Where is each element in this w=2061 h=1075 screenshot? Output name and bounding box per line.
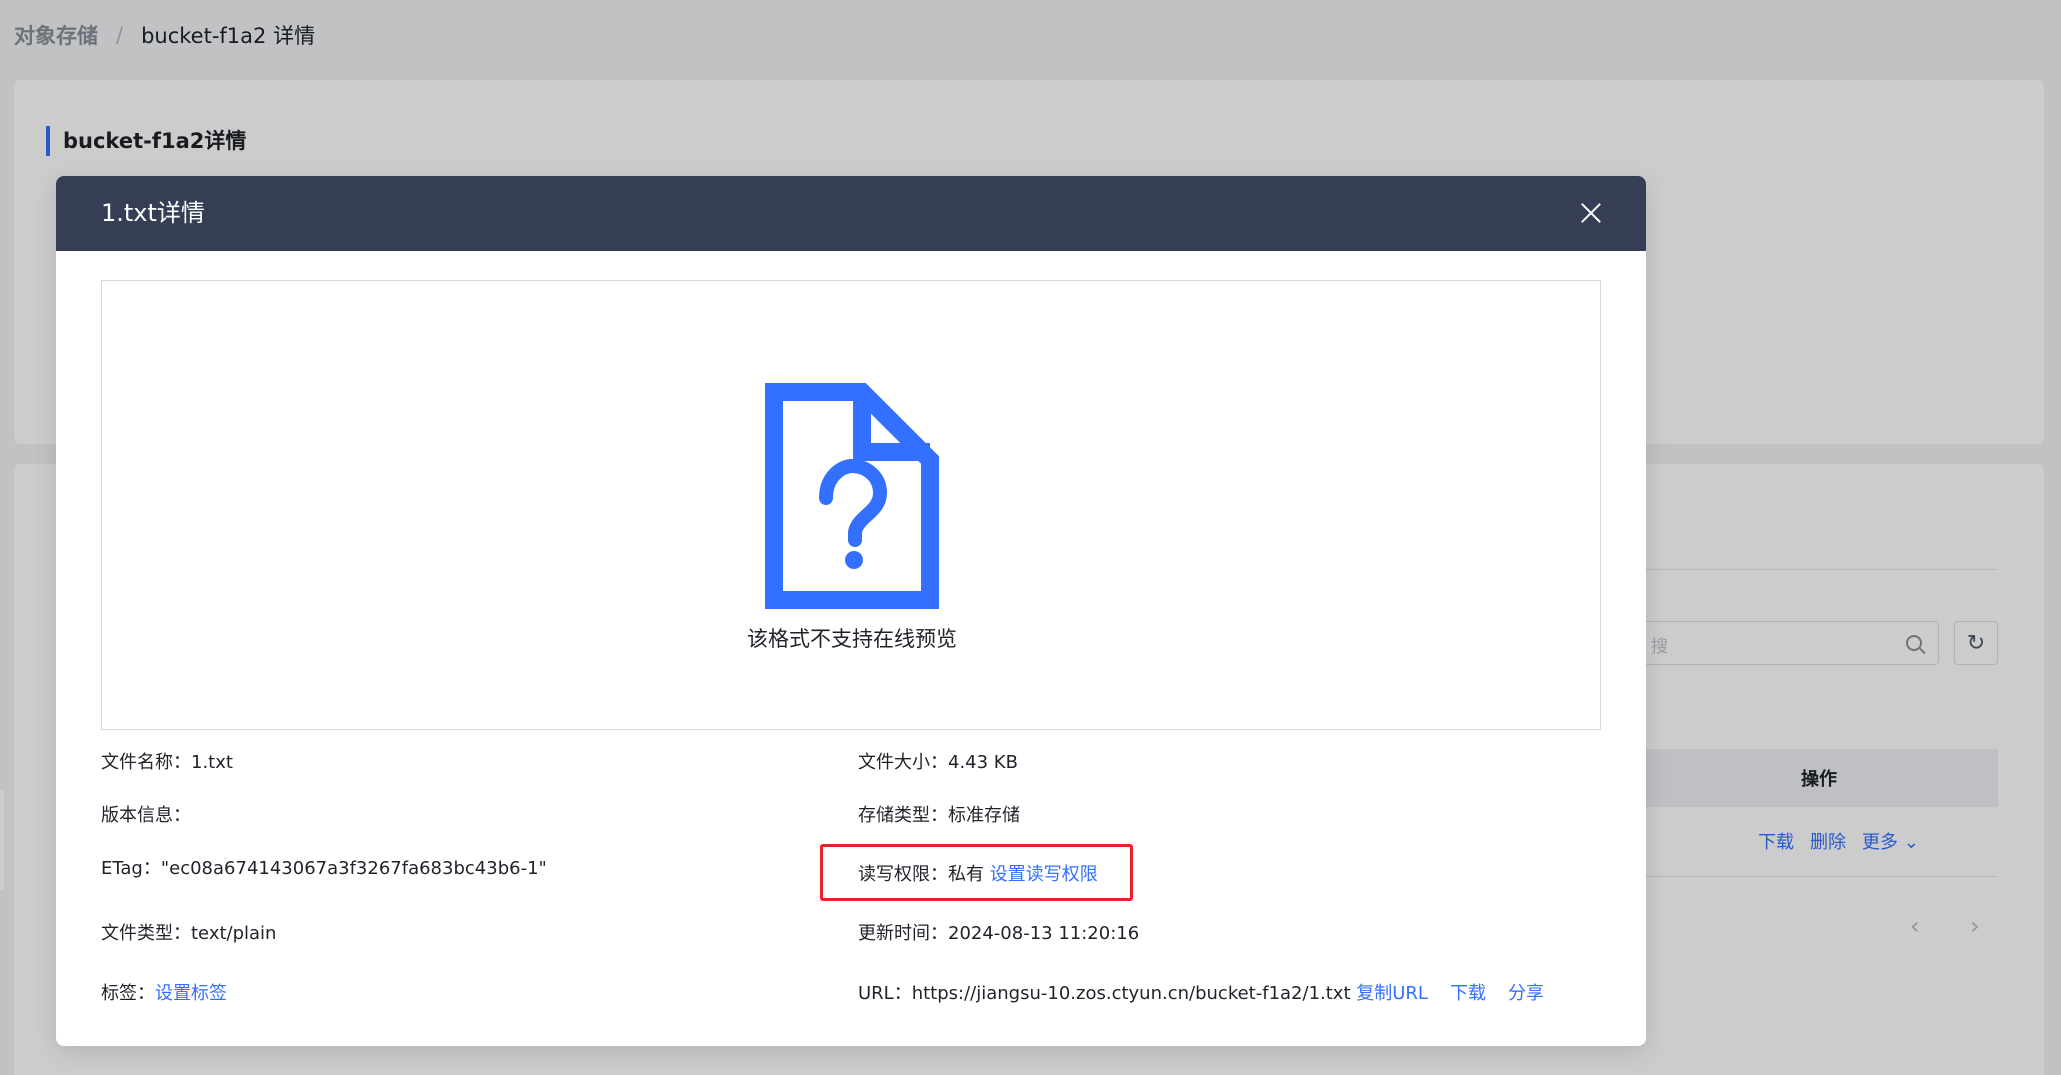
preview-area: 该格式不支持在线预览	[101, 280, 1601, 730]
page: 对象存储 / bucket-f1a2 详情 bucket-f1a2详情 搜 ↻ …	[0, 0, 2061, 1075]
url-label: URL：	[858, 983, 912, 1004]
close-icon[interactable]	[1580, 202, 1602, 224]
file-detail-modal: 1.txt详情 该格式不支持在线预览 文件名称：1.txt 版本信息： ETag…	[56, 176, 1646, 1046]
tags-row: 标签：设置标签	[101, 981, 227, 1007]
file-name-value: 1.txt	[191, 752, 233, 773]
file-name-label: 文件名称：	[101, 752, 191, 773]
updated-time-label: 更新时间：	[858, 923, 948, 944]
modal-header: 1.txt详情	[56, 176, 1646, 251]
etag-row: ETag："ec08a674143067a3f3267fa683bc43b6-1…	[101, 856, 547, 882]
etag-label: ETag：	[101, 858, 161, 879]
url-row: URL：https://jiangsu-10.zos.ctyun.cn/buck…	[858, 981, 1544, 1007]
updated-time-row: 更新时间：2024-08-13 11:20:16	[858, 921, 1139, 947]
set-tags-link[interactable]: 设置标签	[155, 983, 227, 1004]
version-row: 版本信息：	[101, 803, 191, 829]
etag-value: "ec08a674143067a3f3267fa683bc43b6-1"	[160, 858, 547, 879]
version-label: 版本信息：	[101, 805, 191, 826]
file-size-row: 文件大小：4.43 KB	[858, 750, 1018, 776]
storage-type-label: 存储类型：	[858, 805, 948, 826]
file-size-value: 4.43 KB	[948, 752, 1018, 773]
file-question-icon	[765, 383, 939, 609]
copy-url-link[interactable]: 复制URL	[1356, 983, 1428, 1004]
download-link[interactable]: 下载	[1450, 983, 1486, 1004]
storage-type-row: 存储类型：标准存储	[858, 803, 1020, 829]
tags-label: 标签：	[101, 983, 155, 1004]
modal-title: 1.txt详情	[101, 199, 205, 227]
share-link[interactable]: 分享	[1508, 983, 1544, 1004]
storage-type-value: 标准存储	[948, 805, 1020, 826]
preview-unsupported-message: 该格式不支持在线预览	[747, 627, 957, 651]
file-type-info: 文件类型：text/plain	[101, 921, 276, 947]
file-type-value: text/plain	[191, 923, 277, 944]
url-value: https://jiangsu-10.zos.ctyun.cn/bucket-f…	[911, 983, 1351, 1004]
file-size-label: 文件大小：	[858, 752, 948, 773]
updated-time-value: 2024-08-13 11:20:16	[948, 923, 1140, 944]
file-type-label: 文件类型：	[101, 923, 191, 944]
file-name-row: 文件名称：1.txt	[101, 750, 233, 776]
acl-highlight-box	[820, 844, 1133, 901]
